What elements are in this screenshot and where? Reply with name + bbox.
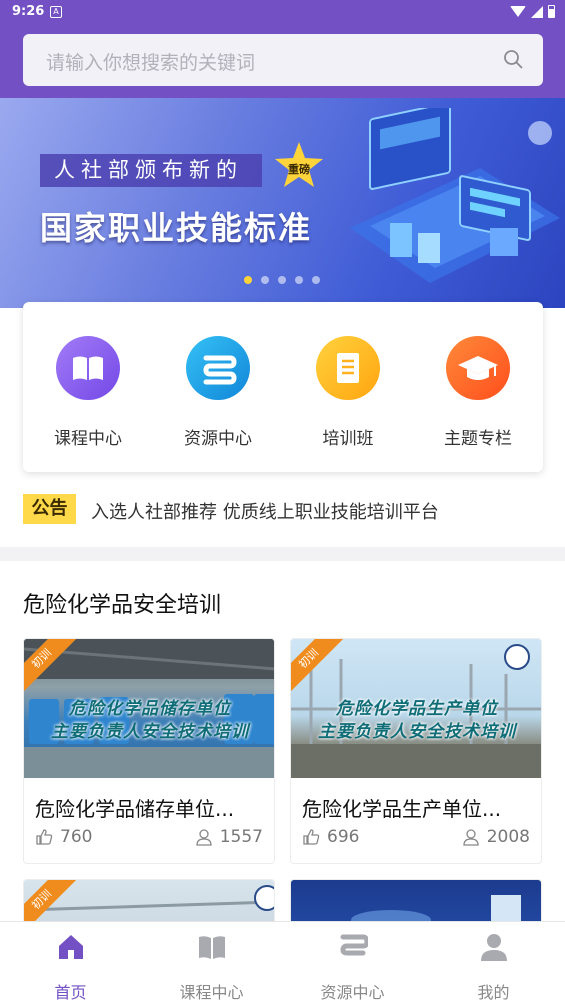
menu-label: 资源中心 [184, 429, 252, 449]
course-title: 危险化学品储存单位... [35, 797, 235, 821]
course-thumbnail: 危险化学品生产单位 主要负责人安全技术培训 初训 [291, 639, 541, 778]
menu-item-topic-column[interactable]: 主题专栏 [413, 336, 543, 456]
carousel-dot[interactable] [244, 276, 252, 284]
nav-label: 课程中心 [179, 983, 244, 1002]
menu-label: 课程中心 [54, 429, 122, 449]
status-time: 9:26 [12, 4, 45, 19]
home-icon [58, 935, 83, 959]
notice-text[interactable]: 入选人社部推荐 优质线上职业技能培训平台 [91, 498, 439, 524]
carousel-dot[interactable] [312, 276, 320, 284]
course-views: 2008 [462, 827, 530, 847]
course-title: 危险化学品生产单位... [302, 797, 502, 821]
banner-illustration [350, 108, 560, 283]
course-thumbnail: 危险化学品储存单位 主要负责人安全技术培训 初训 [24, 639, 274, 778]
banner-carousel[interactable]: 人社部颁布新的 重磅 国家职业技能标准 [0, 98, 565, 308]
carousel-dots [244, 276, 320, 284]
wifi-icon [510, 6, 526, 17]
nav-label: 首页 [54, 983, 87, 1002]
graduation-cap-icon [446, 336, 510, 400]
thumbnail-caption: 主要负责人安全技术培训 [51, 722, 249, 742]
course-likes: 760 [35, 827, 92, 847]
views-count: 2008 [486, 827, 530, 847]
thumbnail-caption: 危险化学品生产单位 [336, 699, 498, 719]
course-views: 1557 [195, 827, 263, 847]
course-card[interactable]: 危险化学品储存单位 主要负责人安全技术培训 初训 危险化学品储存单位... 76… [23, 638, 275, 864]
menu-item-resource-center[interactable]: 资源中心 [153, 336, 283, 456]
book-icon [56, 336, 120, 400]
notification-icon: A [50, 6, 62, 18]
banner-badge-text: 重磅 [288, 163, 310, 176]
banner-title: 国家职业技能标准 [40, 209, 313, 247]
likes-count: 696 [327, 827, 360, 847]
search-input[interactable]: 请输入你想搜索的关键词 [23, 34, 543, 86]
search-placeholder: 请输入你想搜索的关键词 [46, 52, 256, 74]
menu-label: 主题专栏 [444, 429, 512, 449]
thumbnail-caption: 危险化学品储存单位 [69, 699, 231, 719]
likes-count: 760 [60, 827, 93, 847]
resource-icon [339, 934, 370, 956]
section-divider [0, 547, 565, 561]
signal-icon [531, 5, 543, 18]
nav-resource-center[interactable]: 资源中心 [282, 932, 423, 1003]
book-icon [198, 936, 225, 959]
system-icons [510, 5, 555, 18]
app-header: 9:26 A 请输入你想搜索的关键词 [0, 0, 565, 98]
menu-item-training-class[interactable]: 培训班 [283, 336, 413, 456]
course-card[interactable]: 危险化学品生产单位 主要负责人安全技术培训 初训 危险化学品生产单位... 69… [290, 638, 542, 864]
menu-item-course-center[interactable]: 课程中心 [23, 336, 153, 456]
battery-icon [548, 5, 555, 18]
views-count: 1557 [219, 827, 263, 847]
carousel-dot[interactable] [295, 276, 303, 284]
nav-home[interactable]: 首页 [0, 932, 141, 1003]
section-title: 危险化学品安全培训 [23, 593, 222, 618]
nav-course-center[interactable]: 课程中心 [141, 932, 282, 1003]
document-icon [316, 336, 380, 400]
user-icon [480, 934, 507, 961]
search-icon[interactable] [503, 49, 523, 69]
nav-profile[interactable]: 我的 [423, 932, 564, 1003]
status-bar: 9:26 A [0, 0, 565, 24]
resource-icon [186, 336, 250, 400]
thumb-up-icon [303, 829, 320, 845]
quick-menu: 课程中心 资源中心 培训班 主题专栏 [23, 302, 543, 472]
user-icon [196, 829, 212, 846]
carousel-dot[interactable] [261, 276, 269, 284]
menu-label: 培训班 [322, 429, 374, 449]
nav-label: 我的 [477, 983, 510, 1002]
nav-label: 资源中心 [320, 983, 385, 1002]
notice-tag: 公告 [23, 494, 76, 524]
user-icon [463, 829, 479, 846]
thumb-up-icon [36, 829, 53, 845]
thumbnail-caption: 主要负责人安全技术培训 [318, 722, 516, 742]
course-likes: 696 [302, 827, 359, 847]
bottom-navigation: 首页 课程中心 资源中心 我的 [0, 921, 565, 1004]
carousel-dot[interactable] [278, 276, 286, 284]
banner-subtitle: 人社部颁布新的 [40, 154, 262, 187]
